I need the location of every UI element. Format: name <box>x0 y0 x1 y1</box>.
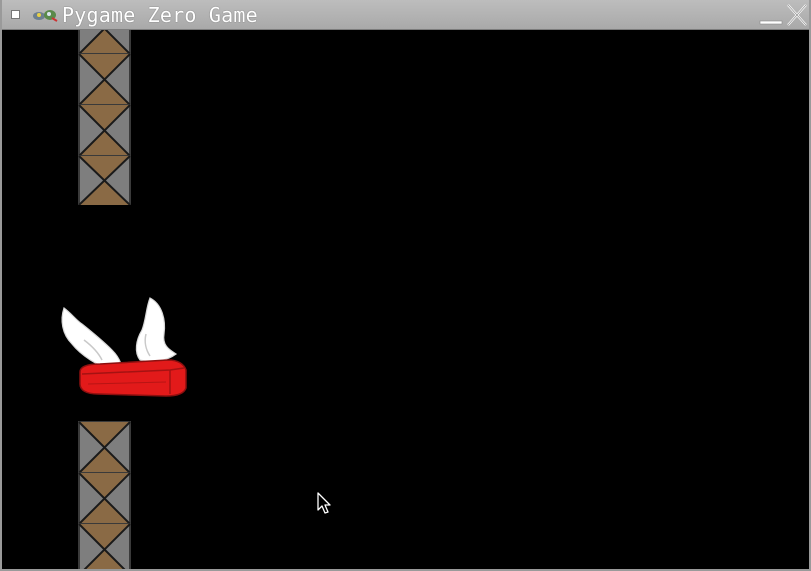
title-bar[interactable]: Pygame Zero Game <box>2 0 809 30</box>
game-window: Pygame Zero Game <box>0 0 811 571</box>
right-wing <box>135 297 178 363</box>
minimize-icon[interactable] <box>759 4 783 26</box>
window-menu-icon[interactable] <box>12 11 19 18</box>
crate <box>78 472 131 525</box>
crate <box>78 104 131 157</box>
close-icon[interactable] <box>786 3 808 27</box>
crate <box>78 155 131 205</box>
crate <box>78 523 131 569</box>
bottom-crate-column <box>78 421 131 569</box>
crate <box>78 30 131 55</box>
crate <box>78 53 131 106</box>
pygame-app-icon <box>33 10 58 22</box>
game-canvas[interactable] <box>2 30 809 569</box>
crate <box>78 421 131 474</box>
winged-brick-player <box>61 297 187 397</box>
window-title: Pygame Zero Game <box>62 3 258 27</box>
top-crate-column <box>78 30 131 205</box>
mouse-pointer-icon <box>317 492 331 514</box>
